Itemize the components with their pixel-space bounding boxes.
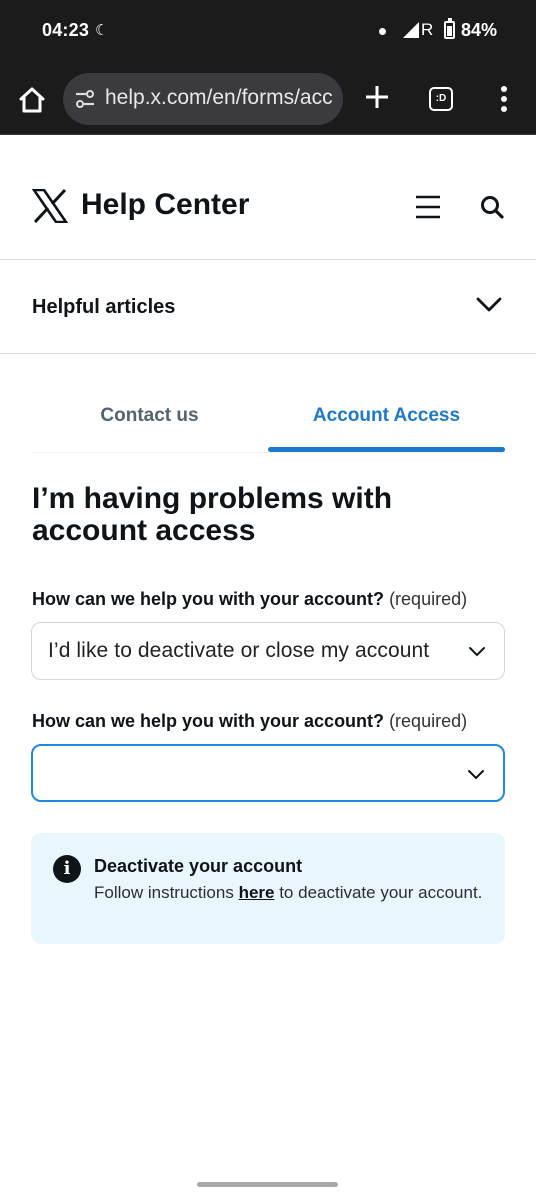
battery-icon	[444, 18, 455, 39]
helpful-articles-accordion[interactable]: Helpful articles	[0, 261, 536, 354]
deactivate-link[interactable]: here	[239, 883, 275, 902]
field-label: How can we help you with your account? (…	[32, 711, 467, 732]
notification-dot-icon	[379, 28, 386, 35]
page-title: I’m having problems with account access	[32, 482, 393, 547]
select-value: I’d like to deactivate or close my accou…	[48, 639, 430, 662]
url-text[interactable]: help.x.com/en/forms/acc	[105, 86, 335, 110]
signal-icon	[403, 22, 419, 38]
field-label-text: How can we help you with your account?	[32, 711, 385, 731]
info-callout: i Deactivate your account Follow instruc…	[31, 833, 505, 944]
browser-toolbar: help.x.com/en/forms/acc :D	[0, 62, 536, 135]
site-title[interactable]: Help Center	[81, 188, 249, 222]
form-tabs: Contact us Account Access	[31, 380, 505, 453]
tab-account-access[interactable]: Account Access	[268, 380, 505, 453]
info-icon: i	[53, 855, 81, 883]
battery-percent: 84%	[461, 20, 498, 40]
active-tab-indicator	[268, 447, 505, 452]
info-text-before: Follow instructions	[94, 883, 239, 902]
chevron-down-icon	[468, 645, 486, 657]
moon-icon: ☾	[95, 22, 109, 39]
more-options-icon[interactable]	[494, 84, 514, 114]
chevron-down-icon	[467, 768, 485, 780]
helpful-articles-label: Helpful articles	[32, 296, 176, 318]
field-label: How can we help you with your account? (…	[32, 589, 467, 610]
new-tab-icon[interactable]	[362, 82, 392, 112]
account-help-subselect[interactable]	[31, 744, 505, 802]
gesture-navigation-bar[interactable]	[197, 1182, 338, 1187]
search-icon[interactable]	[479, 194, 505, 220]
info-title: Deactivate your account	[94, 856, 303, 876]
site-header: Help Center	[0, 136, 536, 260]
tab-switcher-button[interactable]: :D	[429, 87, 453, 111]
tab-contact-us[interactable]: Contact us	[31, 380, 268, 453]
required-note: (required)	[389, 711, 468, 731]
site-settings-icon[interactable]	[74, 88, 96, 110]
menu-icon[interactable]	[414, 194, 442, 220]
home-icon[interactable]	[16, 84, 48, 116]
field-label-text: How can we help you with your account?	[32, 589, 385, 609]
network-type: R	[421, 20, 434, 39]
chevron-down-icon[interactable]	[475, 294, 503, 314]
info-text: Follow instructions here to deactivate y…	[94, 881, 484, 904]
status-time: 04:23	[42, 20, 90, 40]
x-logo-icon[interactable]	[31, 188, 69, 224]
account-help-select[interactable]: I’d like to deactivate or close my accou…	[31, 622, 505, 680]
required-note: (required)	[389, 589, 468, 609]
status-bar: 04:23 ☾ R 84%	[0, 0, 536, 62]
info-text-after: to deactivate your account.	[274, 883, 483, 902]
address-bar[interactable]: help.x.com/en/forms/acc	[63, 73, 343, 125]
